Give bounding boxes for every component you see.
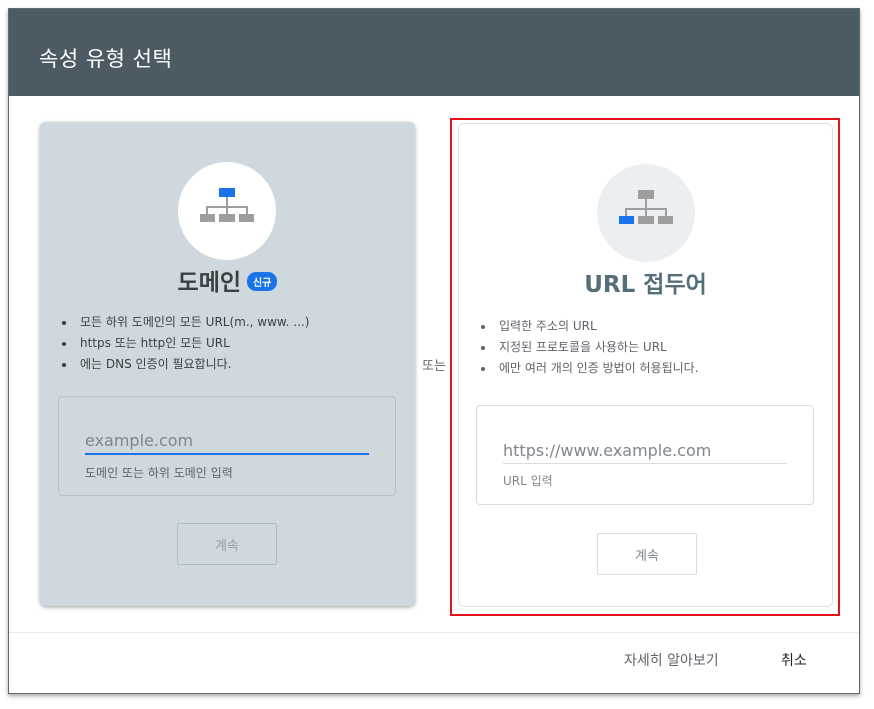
url-sitemap-icon	[597, 164, 695, 262]
list-item: 모든 하위 도메인의 모든 URL(m., www. ...)	[76, 312, 309, 333]
dialog-header: 속성 유형 선택	[9, 9, 859, 96]
domain-sitemap-icon	[178, 162, 276, 260]
cancel-button[interactable]: 취소	[781, 650, 807, 670]
list-item: 지정된 프로토콜을 사용하는 URL	[495, 337, 699, 358]
list-item: https 또는 http인 모든 URL	[76, 333, 309, 354]
sitemap-icon	[200, 188, 254, 222]
footer-divider	[9, 632, 859, 633]
domain-feature-list: 모든 하위 도메인의 모든 URL(m., www. ...) https 또는…	[60, 312, 309, 375]
domain-continue-button[interactable]: 계속	[177, 523, 277, 565]
url-card-title: URL 접두어	[584, 272, 707, 298]
url-feature-list: 입력한 주소의 URL 지정된 프로토콜을 사용하는 URL 에만 여러 개의 …	[479, 316, 699, 379]
list-item: 입력한 주소의 URL	[495, 316, 699, 337]
domain-input[interactable]	[85, 427, 369, 455]
sitemap-icon	[619, 190, 673, 224]
url-input-container: URL 입력	[476, 405, 814, 505]
new-badge: 신규	[247, 272, 278, 291]
list-item: 에만 여러 개의 인증 방법이 허용됩니다.	[495, 358, 699, 379]
list-item: 에는 DNS 인증이 필요합니다.	[76, 354, 309, 375]
url-continue-button[interactable]: 계속	[597, 533, 697, 575]
select-property-type-dialog: 속성 유형 선택 도메인 신규 모든 하위 도메인의 모든 URL(m., www…	[8, 8, 860, 694]
dialog-title: 속성 유형 선택	[39, 47, 173, 71]
domain-title-text: 도메인	[177, 270, 242, 296]
learn-more-button[interactable]: 자세히 알아보기	[624, 650, 719, 670]
domain-card-title: 도메인 신규	[40, 263, 415, 297]
domain-input-helper: 도메인 또는 하위 도메인 입력	[85, 466, 233, 480]
url-prefix-property-card[interactable]: URL 접두어 입력한 주소의 URL 지정된 프로토콜을 사용하는 URL 에…	[458, 123, 833, 607]
url-input-helper: URL 입력	[503, 474, 553, 488]
domain-property-card[interactable]: 도메인 신규 모든 하위 도메인의 모든 URL(m., www. ...) ht…	[40, 122, 415, 606]
domain-input-container: 도메인 또는 하위 도메인 입력	[58, 396, 396, 496]
or-label: 또는	[422, 359, 446, 374]
url-input[interactable]	[503, 437, 787, 464]
